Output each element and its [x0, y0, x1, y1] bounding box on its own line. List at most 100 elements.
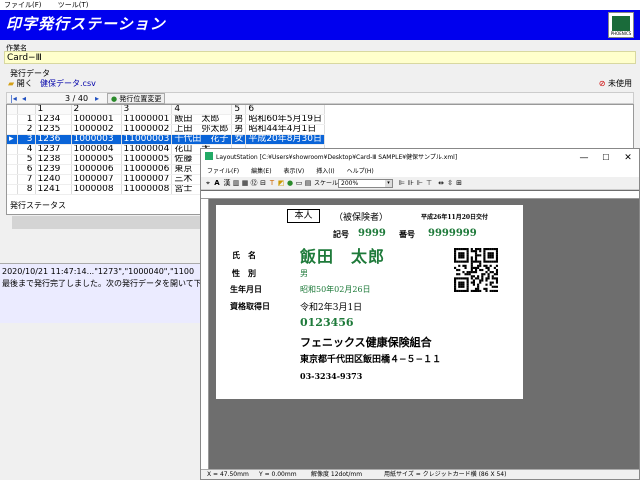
align-center-icon[interactable]: ⊪ — [407, 179, 415, 188]
record-position: 3 / 40 — [65, 94, 89, 103]
table-cell: 男 — [231, 124, 247, 135]
row-indicator — [7, 174, 18, 185]
status-resolution: 解像度 12dot/mm — [311, 471, 363, 478]
table-cell: 1000006 — [71, 164, 122, 175]
layout-station-app-icon — [205, 152, 213, 160]
file-bar: ▰ 開く 健保データ.csv ⊘ 未使用 — [6, 78, 634, 90]
status-y: Y = 0.00mm — [259, 471, 297, 478]
minimize-icon[interactable]: — — [573, 149, 595, 167]
first-record-icon[interactable]: |◂ — [10, 93, 17, 104]
folder-icon: ▰ — [8, 79, 15, 88]
distribute-h-icon[interactable]: ⇹ — [437, 179, 445, 188]
number-tool-icon[interactable]: ⑫ — [250, 179, 258, 188]
card-sex-value: 男 — [300, 269, 308, 278]
table-cell: 2 — [17, 124, 36, 135]
row-indicator — [7, 154, 18, 165]
change-position-button[interactable]: ● 発行位置変更 — [107, 93, 166, 104]
vertical-ruler — [201, 199, 209, 471]
table-cell: 1000003 — [71, 134, 122, 145]
open-button-label: 開く — [16, 79, 33, 88]
header-cell: 4 — [171, 105, 233, 115]
ls-menu-file[interactable]: ファイル(F) — [207, 168, 239, 175]
card-qual-value: 令和2年3月1日 — [300, 303, 363, 313]
table-cell: 男 — [231, 114, 247, 125]
table-cell: 1238 — [35, 154, 72, 165]
table-cell: 1234 — [35, 114, 72, 125]
table-cell: 1000007 — [71, 174, 122, 185]
card-address: 東京都千代田区飯田橋４−５−１１ — [300, 355, 442, 365]
menu-tools[interactable]: ツール(T) — [58, 1, 89, 9]
ls-menu-help[interactable]: ヘルプ(H) — [347, 168, 374, 175]
frame-tool-icon[interactable]: ▭ — [295, 179, 303, 188]
open-button[interactable]: ▰ 開く — [8, 78, 33, 90]
align-right-icon[interactable]: ⊩ — [416, 179, 424, 188]
align-left-icon[interactable]: ⊫ — [398, 179, 406, 188]
table-cell: 11000002 — [121, 124, 173, 135]
next-record-icon[interactable]: ▸ — [95, 93, 99, 104]
card-code: 0123456 — [300, 316, 354, 329]
card-honnin-box: 本人 — [287, 209, 320, 223]
table-cell: 11000004 — [121, 144, 173, 155]
table-cell: 昭和44年4月1日 — [245, 124, 325, 135]
line-tool-icon[interactable]: ⊟ — [259, 179, 267, 188]
table-cell: 1000008 — [71, 184, 122, 195]
log-empty-area — [0, 323, 210, 480]
change-position-label: 発行位置変更 — [119, 95, 162, 103]
qr-tool-icon[interactable]: ▦ — [241, 179, 249, 188]
card-preview[interactable]: 本人 （被保険者） 平成26年11月20日交付 記号 9999 番号 99999… — [216, 205, 523, 399]
grid-icon[interactable]: ⊞ — [455, 179, 463, 188]
table-row[interactable]: ▸ 3 1236 1000003 11000003 千代田 花子女平成20年8月30日 — [7, 134, 325, 145]
align-top-icon[interactable]: ⊤ — [425, 179, 433, 188]
distribute-v-icon[interactable]: ⇳ — [446, 179, 454, 188]
table-cell: 1240 — [35, 174, 72, 185]
data-filename: 健保データ.csv — [40, 79, 96, 88]
layout-canvas[interactable]: 本人 （被保険者） 平成26年11月20日交付 記号 9999 番号 99999… — [210, 199, 639, 471]
card-sex-label: 性 別 — [232, 268, 256, 278]
table-cell: 5 — [17, 154, 36, 165]
header-cell: 1 — [35, 105, 72, 115]
header-cell: 5 — [231, 105, 247, 115]
menu-file[interactable]: ファイル(F) — [4, 1, 42, 9]
prev-record-icon[interactable]: ◂ — [22, 93, 26, 104]
phoenics-logo: PHOENICS — [608, 12, 634, 38]
pointer-tool-icon[interactable]: ⌖ — [204, 179, 212, 188]
table-header-row: 1 2 3 4 5 6 — [7, 105, 325, 115]
table-tool-icon[interactable]: ▤ — [304, 179, 312, 188]
color-text-tool-icon[interactable]: T — [268, 179, 276, 188]
header-indicator — [7, 105, 18, 115]
table-cell: 1000004 — [71, 144, 122, 155]
status-x: X = 47.50mm — [207, 471, 249, 478]
table-cell: 1000001 — [71, 114, 122, 125]
table-row[interactable]: 1 1234 1000001 11000001 飯田 太郎男昭和60年5月19日 — [7, 114, 325, 125]
layout-station-title: LayoutStation [C:¥Users¥showroom¥Desktop… — [216, 154, 458, 161]
table-cell: 飯田 太郎 — [171, 114, 233, 125]
unused-button[interactable]: ⊘ 未使用 — [599, 78, 632, 90]
record-navigator: |◂ ◂ 3 / 40 ▸ ● 発行位置変更 — [6, 92, 634, 104]
table-cell: 4 — [17, 144, 36, 155]
row-indicator — [7, 144, 18, 155]
table-cell: 1239 — [35, 164, 72, 175]
layout-station-menubar: ファイル(F) 編集(E) 表示(V) 挿入(I) ヘルプ(H) — [201, 167, 639, 177]
table-row[interactable]: 2 1235 1000002 11000002 上田 弥太郎男昭和44年4月1日 — [7, 124, 325, 135]
issue-status-label: 発行ステータス — [10, 201, 66, 210]
logo-mark-icon — [612, 16, 630, 31]
image-tool-icon[interactable]: ◩ — [277, 179, 285, 188]
zoom-select[interactable]: 200% ▾ — [338, 179, 393, 188]
card-bangou-label: 番号 — [399, 229, 415, 239]
text-tool-icon[interactable]: A — [213, 179, 221, 188]
close-icon[interactable]: ✕ — [617, 149, 639, 167]
shape-tool-icon[interactable]: ● — [286, 179, 294, 188]
table-cell: 3 — [17, 134, 36, 145]
maximize-icon[interactable]: ☐ — [595, 149, 617, 167]
work-name-field[interactable]: Card−Ⅲ — [4, 51, 636, 64]
kanji-tool-icon[interactable]: 漢 — [223, 179, 231, 188]
log-line: 最後まで発行完了しました。次の発行データを開いて下 — [2, 279, 202, 288]
layout-station-statusbar: X = 47.50mm Y = 0.00mm 解像度 12dot/mm 用紙サイ… — [201, 469, 639, 479]
table-cell: 11000005 — [121, 154, 173, 165]
table-cell: 11000006 — [121, 164, 173, 175]
ls-menu-edit[interactable]: 編集(E) — [251, 168, 271, 175]
ls-menu-insert[interactable]: 挿入(I) — [316, 168, 334, 175]
barcode-tool-icon[interactable]: ▥ — [232, 179, 240, 188]
table-cell: 1236 — [35, 134, 72, 145]
ls-menu-view[interactable]: 表示(V) — [283, 168, 304, 175]
